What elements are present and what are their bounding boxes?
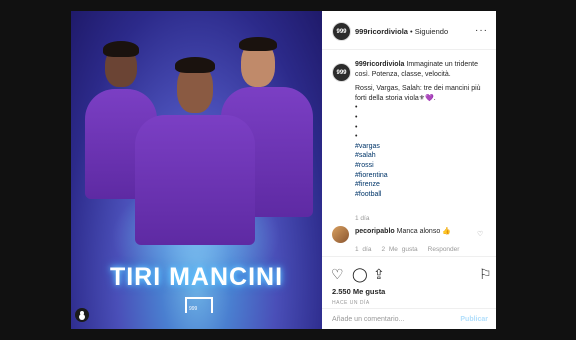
caption-bullet: • bbox=[355, 113, 358, 121]
hashtag-list: #vargas #salah #rossi #fiorentina #firen… bbox=[355, 142, 490, 200]
background-frame: TIRI MANCINI 999 999 999ricordiviola • S… bbox=[0, 0, 576, 340]
likes-count[interactable]: 2.550 Me gusta bbox=[332, 287, 385, 296]
comment-likes-link[interactable]: 2 Me gusta bbox=[381, 246, 417, 253]
hashtag-link[interactable]: #fiorentina bbox=[355, 171, 490, 181]
comment-input[interactable]: Añade un comentario... bbox=[332, 316, 404, 323]
bookmark-icon[interactable]: ⚐ bbox=[479, 267, 492, 281]
hashtag-link[interactable]: #vargas bbox=[355, 142, 490, 152]
caption-time: 1 día bbox=[355, 215, 370, 222]
caption-text-2: Rossi, Vargas, Salah: tre dei mancini pi… bbox=[355, 85, 481, 102]
comment-avatar[interactable] bbox=[332, 226, 349, 243]
more-dots-icon[interactable]: ··· bbox=[475, 25, 488, 36]
heart-icon[interactable]: ♡ bbox=[331, 267, 344, 281]
caption-bullet: • bbox=[355, 133, 358, 141]
comment-heart-icon[interactable]: ♡ bbox=[477, 230, 483, 238]
hashtag-link[interactable]: #salah bbox=[355, 151, 490, 161]
instagram-post: TIRI MANCINI 999 999 999ricordiviola • S… bbox=[71, 11, 496, 329]
publish-button[interactable]: Publicar bbox=[460, 316, 488, 323]
add-comment-bar: Añade un comentario... Publicar bbox=[322, 308, 496, 330]
goal-logo-label: 999 bbox=[189, 306, 198, 312]
hashtag-link[interactable]: #football bbox=[355, 190, 490, 200]
post-sidebar: 999 999ricordiviola • Siguiendo ··· 999 … bbox=[322, 11, 496, 329]
comment-text: Manca alonso 👍 bbox=[396, 228, 451, 235]
header-separator: • bbox=[407, 27, 415, 36]
likes-text: 2.550 Me gusta bbox=[332, 287, 386, 296]
share-icon[interactable]: ⇪ bbox=[373, 267, 385, 281]
avatar[interactable]: 999 bbox=[332, 22, 351, 41]
post-header: 999 999ricordiviola • Siguiendo ··· bbox=[322, 11, 496, 50]
comment-meta: 1 día 2 Me gusta Responder bbox=[355, 246, 469, 253]
comment-time: 1 día bbox=[355, 246, 372, 253]
tagged-user-icon[interactable] bbox=[75, 308, 89, 322]
caption-avatar[interactable]: 999 bbox=[332, 63, 351, 82]
comment-icon[interactable]: ◯ bbox=[352, 267, 368, 281]
follow-status-button[interactable]: Siguiendo bbox=[415, 27, 448, 36]
comment: pecoripablo Manca alonso 👍 bbox=[355, 227, 451, 235]
hashtag-link[interactable]: #firenze bbox=[355, 180, 490, 190]
header-text: 999ricordiviola • Siguiendo bbox=[355, 27, 448, 36]
photo-title: TIRI MANCINI bbox=[109, 263, 284, 291]
header-username[interactable]: 999ricordiviola bbox=[355, 27, 408, 36]
hashtag-link[interactable]: #rossi bbox=[355, 161, 490, 171]
post-date: HACE UN DÍA bbox=[332, 300, 370, 306]
caption-bullet: • bbox=[355, 104, 358, 112]
reply-button[interactable]: Responder bbox=[428, 246, 460, 253]
caption: 999ricordiviola Immaginate un tridente c… bbox=[355, 60, 490, 199]
action-bar: ♡ ◯ ⇪ ⚐ bbox=[322, 256, 496, 287]
caption-username[interactable]: 999ricordiviola bbox=[355, 61, 404, 68]
caption-bullet: • bbox=[355, 123, 358, 131]
comment-username[interactable]: pecoripablo bbox=[355, 228, 395, 235]
post-photo[interactable]: TIRI MANCINI 999 bbox=[71, 11, 322, 329]
